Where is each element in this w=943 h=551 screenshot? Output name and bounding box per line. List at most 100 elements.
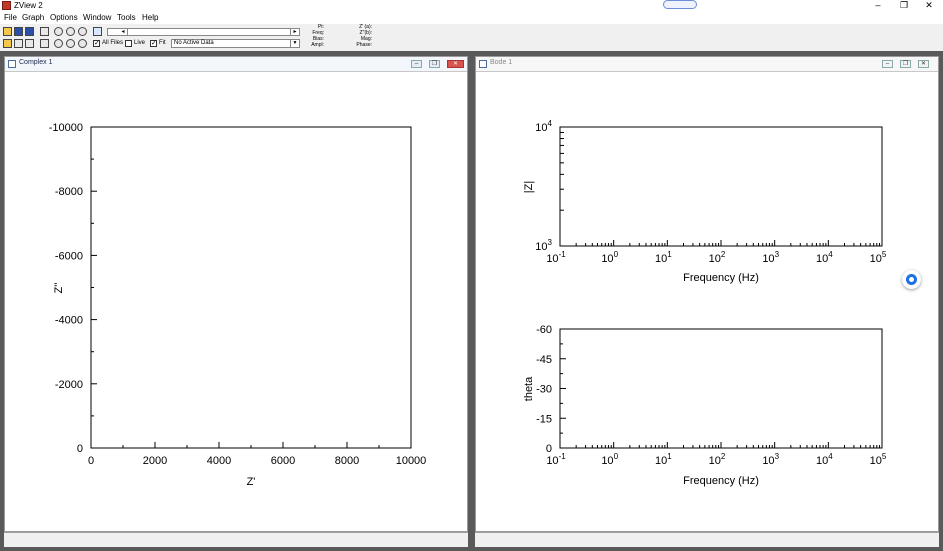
all-files-label: All Files (102, 40, 124, 46)
phase-y-tick-label: -15 (536, 413, 552, 425)
complex-restore-button[interactable]: ❐ (429, 60, 440, 68)
all-files-checkbox[interactable]: ✓ (93, 40, 100, 47)
complex-y-tick-label: 0 (77, 443, 83, 455)
open-folder-icon[interactable] (3, 27, 12, 36)
magnify-icon[interactable] (54, 39, 63, 48)
print-icon[interactable] (40, 27, 49, 36)
zoom-icon[interactable] (54, 27, 63, 36)
complex-plot-frame (90, 126, 412, 449)
restore-button[interactable]: ❐ (894, 0, 914, 11)
bode-restore-button[interactable]: ❐ (900, 60, 911, 68)
phase-y-tick-label: -45 (536, 354, 552, 366)
bode-window-titlebar[interactable]: Bode 1 – ❐ ✕ (476, 57, 938, 72)
live-checkbox[interactable] (125, 40, 132, 47)
complex-close-button[interactable]: ✕ (447, 60, 464, 68)
save-icon[interactable] (14, 27, 23, 36)
bode-plot-window: Bode 1 – ❐ ✕ 10-1 100 101 102 103 104 105 103 10… (475, 56, 939, 532)
complex-x-tick-label: 6000 (271, 455, 295, 467)
data-point-scrollbar[interactable]: ◂ ▸ (107, 28, 300, 36)
menu-window[interactable]: Window (83, 13, 111, 22)
menu-help[interactable]: Help (142, 13, 158, 22)
zoom-out-icon[interactable] (78, 27, 87, 36)
magnify-plus-icon[interactable] (66, 39, 75, 48)
magnitude-plot-frame (559, 126, 883, 247)
live-label: Live (134, 40, 146, 46)
menu-bar: File Graph Options Window Tools Help (0, 12, 943, 24)
phase-y-tick-label: 0 (546, 443, 552, 455)
magnitude-x-tick-label: 105 (870, 250, 887, 265)
open-data-icon[interactable] (3, 39, 12, 48)
menu-graph[interactable]: Graph (22, 13, 44, 22)
close-button[interactable]: ✕ (919, 0, 939, 11)
title-bar: ZView 2 – ❐ ✕ (0, 0, 943, 12)
complex-y-tick-label: -4000 (55, 315, 83, 327)
magnitude-x-tick-label: 100 (601, 250, 618, 265)
bode-window-icon (479, 60, 487, 68)
magnitude-x-tick-label: 104 (816, 250, 833, 265)
readout-labels-left: Pt: Freq: Bias: Ampl: (311, 24, 324, 48)
phase-plot-frame (559, 328, 883, 449)
assistant-icon (906, 274, 917, 285)
fit-label: Fit (159, 40, 166, 46)
complex-y-tick-label: -2000 (55, 379, 83, 391)
scroll-right-icon[interactable]: ▸ (290, 29, 299, 35)
phase-y-tick-label: -60 (536, 324, 552, 336)
complex-x-axis-label: Z' (247, 476, 256, 488)
phase-x-tick-label: 102 (709, 452, 726, 467)
menu-tools[interactable]: Tools (117, 13, 136, 22)
scroll-left-icon[interactable]: ◂ (119, 29, 128, 35)
minimize-button[interactable]: – (868, 0, 888, 10)
bode-window-title: Bode 1 (490, 59, 513, 66)
bode-status-bar (475, 532, 939, 547)
complex-window-title: Complex 1 (19, 59, 53, 66)
magnitude-x-tick-label: 103 (762, 250, 779, 265)
active-data-value: No Active Data (174, 40, 214, 46)
magnitude-x-tick-label: 10-1 (546, 250, 566, 265)
complex-x-tick-label: 4000 (207, 455, 231, 467)
complex-y-tick-label: -6000 (55, 250, 83, 262)
search-pill[interactable] (663, 0, 697, 9)
complex-x-tick-label: 10000 (396, 455, 427, 467)
magnitude-y-tick-label: 103 (535, 238, 552, 253)
phase-x-tick-label: 104 (816, 452, 833, 467)
bode-plots: 10-1 100 101 102 103 104 10510310410-1 100 101 10… (523, 119, 887, 487)
magnify-minus-icon[interactable] (78, 39, 87, 48)
complex-status-bar (4, 532, 468, 547)
phase-x-tick-label: 100 (601, 452, 618, 467)
complex-window-titlebar[interactable]: Complex 1 – ❐ ✕ (5, 57, 467, 72)
layout-icon[interactable] (40, 39, 49, 48)
save-all-icon[interactable] (25, 27, 34, 36)
zview-app-icon (2, 1, 11, 10)
zoom-in-icon[interactable] (66, 27, 75, 36)
active-data-select[interactable]: No Active Data ▼ (171, 39, 300, 48)
chevron-down-icon[interactable]: ▼ (290, 40, 299, 47)
complex-minimize-button[interactable]: – (411, 60, 422, 68)
complex-y-tick-label: -8000 (55, 186, 83, 198)
phase-x-axis-label: Frequency (Hz) (683, 475, 759, 487)
menu-options[interactable]: Options (50, 13, 78, 22)
magnitude-x-tick-label: 102 (709, 250, 726, 265)
magnitude-y-axis-label: |Z| (523, 181, 535, 193)
phase-x-tick-label: 103 (762, 452, 779, 467)
floating-assistant-button[interactable] (902, 270, 921, 289)
bode-minimize-button[interactable]: – (882, 60, 893, 68)
magnitude-x-axis-label: Frequency (Hz) (683, 272, 759, 284)
bode-close-button[interactable]: ✕ (918, 60, 929, 68)
complex-x-tick-label: 0 (88, 455, 94, 467)
complex-x-tick-label: 8000 (335, 455, 359, 467)
window-icon[interactable] (25, 39, 34, 48)
complex-plot-window: Complex 1 – ❐ ✕ 0 2000 4000 6000 8000 10000 0 -… (4, 56, 468, 532)
magnitude-x-tick-label: 101 (655, 250, 672, 265)
complex-x-tick-label: 2000 (143, 455, 167, 467)
complex-y-tick-label: -10000 (49, 122, 83, 134)
cursor-icon[interactable] (93, 27, 102, 36)
phase-x-tick-label: 101 (655, 452, 672, 467)
menu-file[interactable]: File (4, 13, 17, 22)
plot-window-icon (8, 60, 16, 68)
table-icon[interactable] (14, 39, 23, 48)
fit-checkbox[interactable]: ✓ (150, 40, 157, 47)
phase-y-axis-label: theta (523, 376, 535, 401)
app-title: ZView 2 (14, 1, 43, 10)
magnitude-y-tick-label: 104 (535, 119, 552, 134)
phase-x-tick-label: 105 (870, 452, 887, 467)
